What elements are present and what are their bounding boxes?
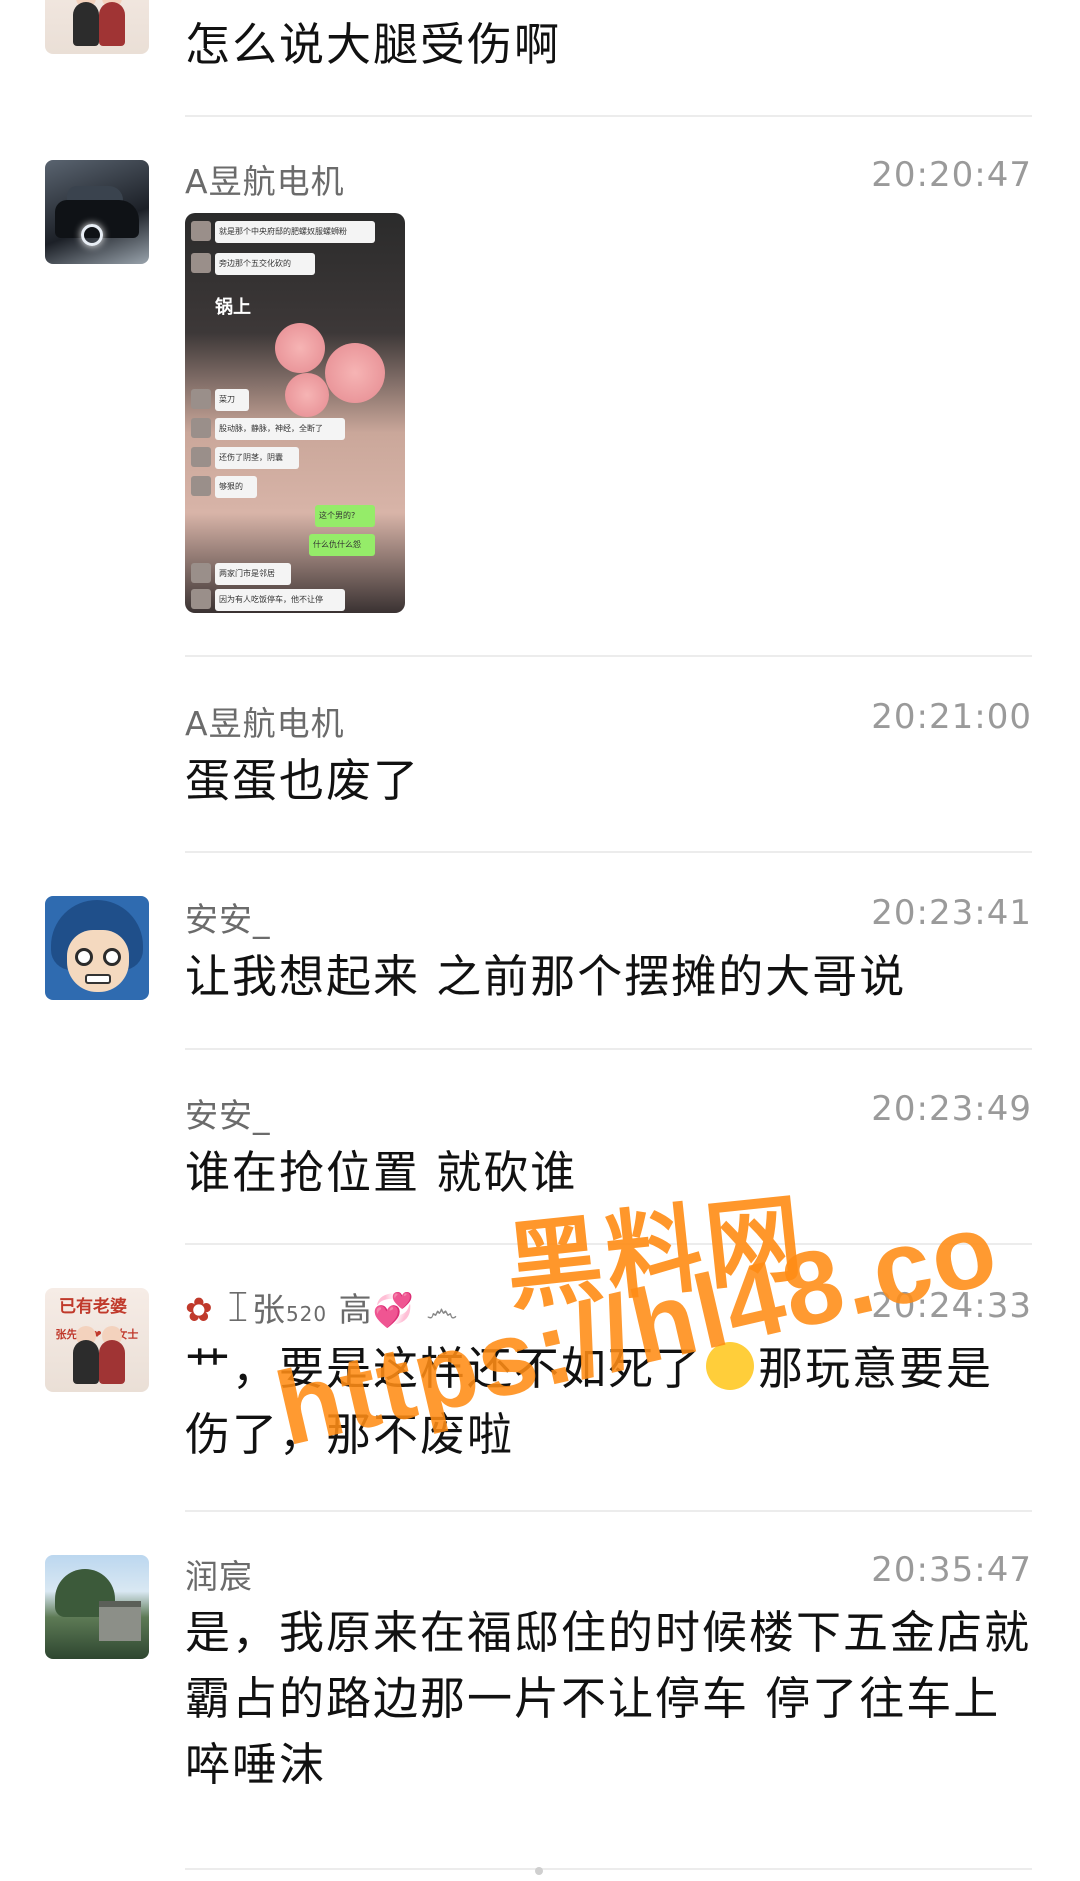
divider: [185, 851, 1032, 853]
avatar[interactable]: 张先生 ❤ 高女士: [45, 0, 149, 54]
avatar-label: 已有老婆: [59, 1297, 127, 1317]
screenshot-sign: 锅上: [215, 297, 251, 318]
screenshot-bubble: 够狠的: [215, 476, 257, 498]
avatar[interactable]: [45, 160, 149, 264]
sender-name[interactable]: A昱航电机: [185, 697, 345, 745]
message-time: 20:23:49: [871, 1089, 1032, 1129]
message-time: 20:23:41: [871, 893, 1032, 933]
message-text: 蛋蛋也废了: [185, 754, 421, 807]
screenshot-bubble: 旁边那个五交化砍的: [215, 253, 315, 275]
rose-icon: ✿: [185, 1290, 214, 1329]
sender-name-part: 520: [285, 1302, 328, 1326]
screenshot-bubble: 这个男的?: [315, 505, 375, 527]
screenshot-bubble: 就是那个中央府邸的肥螺奴服螺蛳粉: [215, 221, 375, 243]
sender-name[interactable]: 安安_: [185, 893, 271, 941]
screenshot-bubble: 股动脉，静脉，神经，全断了: [215, 418, 345, 440]
message-time: 20:20:47: [871, 155, 1032, 195]
divider: [185, 1048, 1032, 1050]
message-text: 怎么说大腿受伤啊: [185, 18, 562, 71]
screenshot-bubble: 两家门市是邻居: [215, 563, 291, 585]
avatar-banner: 张先生 ❤ 高女士: [55, 1328, 139, 1341]
scroll-indicator: [535, 1867, 543, 1875]
sender-name[interactable]: 安安_: [185, 1089, 271, 1137]
avatar[interactable]: 已有老婆 张先生 ❤ 高女士: [45, 1288, 149, 1392]
sender-name-part: ꀤ张: [225, 1290, 286, 1329]
screenshot-bubble: 还伤了阴茎，阴囊: [215, 447, 299, 469]
screenshot-bubble: 因为有人吃饭停车，他不让停: [215, 589, 345, 611]
message-text: 是，我原来在福邸住的时候楼下五金店就霸占的路边那一片不让停车 停了往车上啐唾沫: [185, 1606, 1032, 1791]
avatar[interactable]: [45, 1555, 149, 1659]
message-text: 让我想起来 之前那个摆摊的大哥说: [185, 950, 907, 1003]
avatar[interactable]: [45, 896, 149, 1000]
message-time: 20:35:47: [871, 1550, 1032, 1590]
screenshot-bubble: 什么仇什么怨: [309, 534, 375, 556]
divider: [185, 115, 1032, 117]
divider: [185, 1510, 1032, 1512]
message-time: 20:21:00: [871, 697, 1032, 737]
chat-screenshot-image[interactable]: 就是那个中央府邸的肥螺奴服螺蛳粉 旁边那个五交化砍的 锅上 菜刀 股动脉，静脉，…: [185, 213, 405, 613]
sender-name[interactable]: A昱航电机: [185, 155, 345, 203]
screenshot-bubble: 菜刀: [215, 389, 249, 411]
sender-name[interactable]: 润宸: [185, 1550, 253, 1598]
divider: [185, 655, 1032, 657]
chat-history-page: 张先生 ❤ 高女士 怎么说大腿受伤啊 A昱航电机 20:20:47 就是那个中央…: [0, 0, 1080, 1881]
divider: [185, 1868, 1032, 1870]
sender-name-part: 高: [338, 1290, 373, 1329]
